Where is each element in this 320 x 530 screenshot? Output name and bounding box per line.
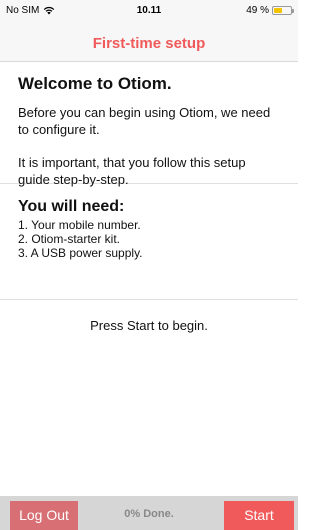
requirement-item: 1. Your mobile number. <box>18 218 141 232</box>
start-button[interactable]: Start <box>224 501 294 530</box>
page-title: First-time setup <box>92 35 206 52</box>
welcome-paragraph-2: It is important, that you follow this se… <box>18 155 246 187</box>
welcome-heading: Welcome to Otiom. <box>18 74 172 93</box>
requirements-section: You will need: 1. Your mobile number. 2.… <box>0 184 298 300</box>
start-prompt: Press Start to begin. <box>90 318 208 333</box>
bottom-toolbar: Log Out 0% Done. Start <box>0 496 298 530</box>
status-bar: No SIM 10.11 49 % <box>0 0 298 22</box>
welcome-paragraph-1: Before you can begin using Otiom, we nee… <box>18 105 271 137</box>
battery-percent: 49 % <box>246 5 269 16</box>
battery-icon <box>272 6 294 15</box>
requirements-heading: You will need: <box>18 198 125 215</box>
main-content: Welcome to Otiom. Before you can begin u… <box>0 62 298 333</box>
requirement-item: 3. A USB power supply. <box>18 246 143 260</box>
status-right: 49 % <box>246 5 294 16</box>
welcome-section: Welcome to Otiom. Before you can begin u… <box>0 62 298 187</box>
battery-fill <box>274 8 282 13</box>
requirement-item: 2. Otiom-starter kit. <box>18 232 121 246</box>
nav-bar: First-time setup <box>0 22 298 62</box>
